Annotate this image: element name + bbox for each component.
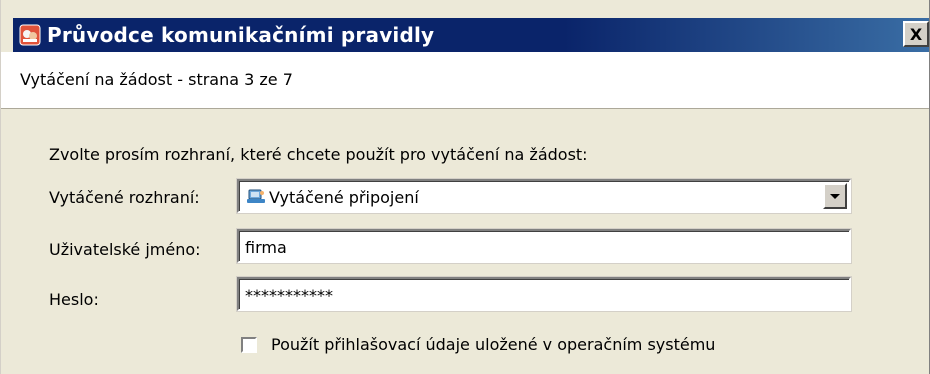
wizard-page-header: Vytáčení na žádost - strana 3 ze 7 [1,52,929,109]
password-field[interactable]: *********** [236,276,852,312]
username-value: firma [245,238,287,257]
wizard-window: Průvodce komunikačními pravidly X Vytáče… [0,0,930,374]
password-label: Heslo: [49,290,99,309]
password-value: *********** [245,286,333,305]
username-label: Uživatelské jméno: [49,240,201,259]
use-os-credentials-row[interactable]: Použít přihlašovací údaje uložené v oper… [241,335,715,354]
interface-label: Vytáčené rozhraní: [49,188,200,207]
close-button[interactable]: X [903,21,929,47]
chevron-down-icon [830,194,840,199]
instruction-text: Zvolte prosím rozhraní, které chcete pou… [49,145,588,164]
wizard-content: Zvolte prosím rozhraní, které chcete pou… [1,109,929,374]
dialup-connection-icon [247,188,265,204]
username-field[interactable]: firma [236,228,852,264]
page-subtitle: Vytáčení na žádost - strana 3 ze 7 [20,70,293,89]
title-bar[interactable]: Průvodce komunikačními pravidly X [13,18,929,52]
wizard-app-icon [19,24,41,46]
interface-dropdown-button[interactable] [823,183,847,209]
window-title: Průvodce komunikačními pravidly [47,23,435,47]
use-os-credentials-checkbox[interactable] [241,336,257,353]
close-icon: X [909,24,923,44]
use-os-credentials-label[interactable]: Použít přihlašovací údaje uložené v oper… [271,335,715,354]
interface-selected-value: Vytáčené připojení [269,188,419,207]
interface-select[interactable]: Vytáčené připojení [236,178,852,214]
